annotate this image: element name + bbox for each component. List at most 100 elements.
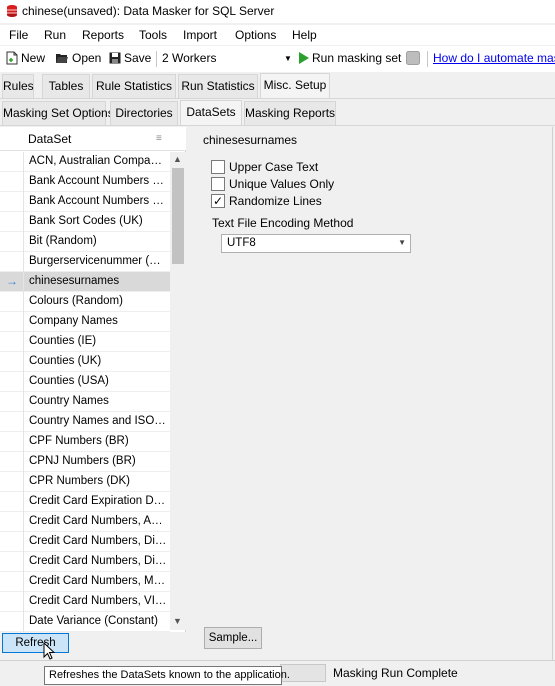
dataset-name-cell: Credit Card Numbers, AMEX xyxy=(29,515,167,527)
dataset-name-cell: CPNJ Numbers (BR) xyxy=(29,455,136,467)
dataset-name-cell: Bank Account Numbers (NZ) xyxy=(29,195,167,207)
stop-button[interactable] xyxy=(406,51,420,65)
menu-file[interactable]: File xyxy=(9,28,28,42)
dataset-column-header[interactable]: DataSet ≡ xyxy=(0,127,186,151)
list-item[interactable]: Colours (Random) xyxy=(0,292,170,312)
scroll-down-icon[interactable]: ▼ xyxy=(173,616,182,626)
menu-bar: File Run Reports Tools Import Options He… xyxy=(0,25,555,45)
dataset-name-cell: Burgerservicenummer (NL) xyxy=(29,255,167,267)
scroll-up-icon[interactable]: ▲ xyxy=(173,154,182,164)
row-indicator xyxy=(0,472,24,492)
dataset-name-cell: Counties (USA) xyxy=(29,375,109,387)
scrollbar-thumb[interactable] xyxy=(172,168,184,264)
list-item[interactable]: Country Names and ISO Co... xyxy=(0,412,170,432)
list-item[interactable]: Credit Card Numbers, Disco... xyxy=(0,552,170,572)
row-indicator xyxy=(0,612,24,632)
upper-case-option[interactable]: Upper Case Text xyxy=(211,160,318,174)
tab-masking-set-options[interactable]: Masking Set Options xyxy=(2,101,114,125)
tab-run-statistics[interactable]: Run Statistics xyxy=(178,74,258,98)
row-indicator xyxy=(0,192,24,212)
dataset-header-label: DataSet xyxy=(28,132,72,146)
row-indicator xyxy=(0,332,24,352)
list-item[interactable]: Bit (Random) xyxy=(0,232,170,252)
upper-case-label: Upper Case Text xyxy=(229,160,319,174)
new-button[interactable]: New xyxy=(6,51,45,65)
save-button[interactable]: Save xyxy=(109,51,151,65)
row-indicator xyxy=(0,392,24,412)
vertical-scrollbar[interactable]: ▲ ▼ xyxy=(170,152,186,630)
list-item[interactable]: CPNJ Numbers (BR) xyxy=(0,452,170,472)
refresh-button[interactable]: Refresh xyxy=(2,633,69,653)
sample-button[interactable]: Sample... xyxy=(204,627,262,649)
randomize-option[interactable]: ✓ Randomize Lines xyxy=(211,194,322,208)
dataset-name-cell: Date Variance (Constant) xyxy=(29,615,158,627)
list-item[interactable]: Country Names xyxy=(0,392,170,412)
workers-select[interactable]: 2 Workers xyxy=(162,51,216,65)
randomize-checkbox[interactable]: ✓ xyxy=(211,194,225,208)
column-menu-icon[interactable]: ≡ xyxy=(156,133,162,144)
toolbar: New Open Save 2 Workers ▼ Run masking se… xyxy=(0,46,555,72)
list-item[interactable]: ACN, Australian Company ... xyxy=(0,152,170,172)
row-indicator xyxy=(0,252,24,272)
list-item[interactable]: CPR Numbers (DK) xyxy=(0,472,170,492)
menu-import[interactable]: Import xyxy=(183,28,217,42)
upper-case-checkbox[interactable] xyxy=(211,160,225,174)
new-label: New xyxy=(21,51,46,65)
list-item[interactable]: Date Variance (Constant) xyxy=(0,612,170,632)
menu-options[interactable]: Options xyxy=(235,28,276,42)
tab-datasets[interactable]: DataSets xyxy=(180,100,242,125)
unique-values-checkbox[interactable] xyxy=(211,177,225,191)
list-item[interactable]: Counties (USA) xyxy=(0,372,170,392)
row-indicator xyxy=(0,372,24,392)
window-title: chinese(unsaved): Data Masker for SQL Se… xyxy=(22,4,275,18)
list-item[interactable]: Credit Card Numbers, AMEX xyxy=(0,512,170,532)
list-item[interactable]: Bank Account Numbers (NL) xyxy=(0,172,170,192)
row-indicator xyxy=(0,312,24,332)
list-item[interactable]: Bank Account Numbers (NZ) xyxy=(0,192,170,212)
sub-tab-strip: Masking Set Options Directories DataSets… xyxy=(0,99,555,126)
row-indicator xyxy=(0,172,24,192)
dataset-name-cell: Country Names xyxy=(29,395,109,407)
menu-run[interactable]: Run xyxy=(44,28,66,42)
dataset-name-cell: ACN, Australian Company ... xyxy=(29,155,167,167)
list-item[interactable]: Burgerservicenummer (NL) xyxy=(0,252,170,272)
list-item[interactable]: Credit Card Expiration Dates xyxy=(0,492,170,512)
dataset-name-cell: Bank Account Numbers (NL) xyxy=(29,175,167,187)
dataset-name-cell: chinesesurnames xyxy=(29,275,120,287)
tab-masking-reports[interactable]: Masking Reports xyxy=(244,101,336,125)
list-item[interactable]: → chinesesurnames xyxy=(0,272,170,292)
encoding-select[interactable]: UTF8 ▼ xyxy=(221,234,411,253)
menu-reports[interactable]: Reports xyxy=(82,28,124,42)
help-link[interactable]: How do I automate mas xyxy=(433,51,555,65)
dataset-name-cell: Country Names and ISO Co... xyxy=(29,415,167,427)
dataset-name-cell: Colours (Random) xyxy=(29,295,123,307)
tab-tables[interactable]: Tables xyxy=(42,74,90,98)
row-indicator xyxy=(0,352,24,372)
list-item[interactable]: CPF Numbers (BR) xyxy=(0,432,170,452)
list-item[interactable]: Credit Card Numbers, Diners xyxy=(0,532,170,552)
play-icon xyxy=(299,52,309,64)
list-item[interactable]: Bank Sort Codes (UK) xyxy=(0,212,170,232)
dataset-name-cell: Credit Card Numbers, VISA xyxy=(29,595,167,607)
toolbar-separator xyxy=(156,51,157,67)
tab-rules[interactable]: Rules xyxy=(2,74,34,98)
run-masking-set-button[interactable]: Run masking set xyxy=(298,51,401,65)
open-button[interactable]: Open xyxy=(55,51,101,65)
menu-help[interactable]: Help xyxy=(292,28,317,42)
list-item[interactable]: Counties (UK) xyxy=(0,352,170,372)
randomize-label: Randomize Lines xyxy=(229,194,322,208)
new-file-icon xyxy=(6,51,18,65)
list-item[interactable]: Counties (IE) xyxy=(0,332,170,352)
tab-directories[interactable]: Directories xyxy=(110,101,178,125)
workers-dropdown-arrow-icon[interactable]: ▼ xyxy=(284,54,292,63)
tab-misc-setup[interactable]: Misc. Setup xyxy=(260,73,330,98)
row-indicator xyxy=(0,292,24,312)
status-text: Masking Run Complete xyxy=(333,666,458,680)
tab-rule-statistics[interactable]: Rule Statistics xyxy=(92,74,176,98)
list-item[interactable]: Company Names xyxy=(0,312,170,332)
title-bar: chinese(unsaved): Data Masker for SQL Se… xyxy=(0,0,555,23)
list-item[interactable]: Credit Card Numbers, Mast... xyxy=(0,572,170,592)
list-item[interactable]: Credit Card Numbers, VISA xyxy=(0,592,170,612)
unique-values-option[interactable]: Unique Values Only xyxy=(211,177,334,191)
menu-tools[interactable]: Tools xyxy=(139,28,167,42)
